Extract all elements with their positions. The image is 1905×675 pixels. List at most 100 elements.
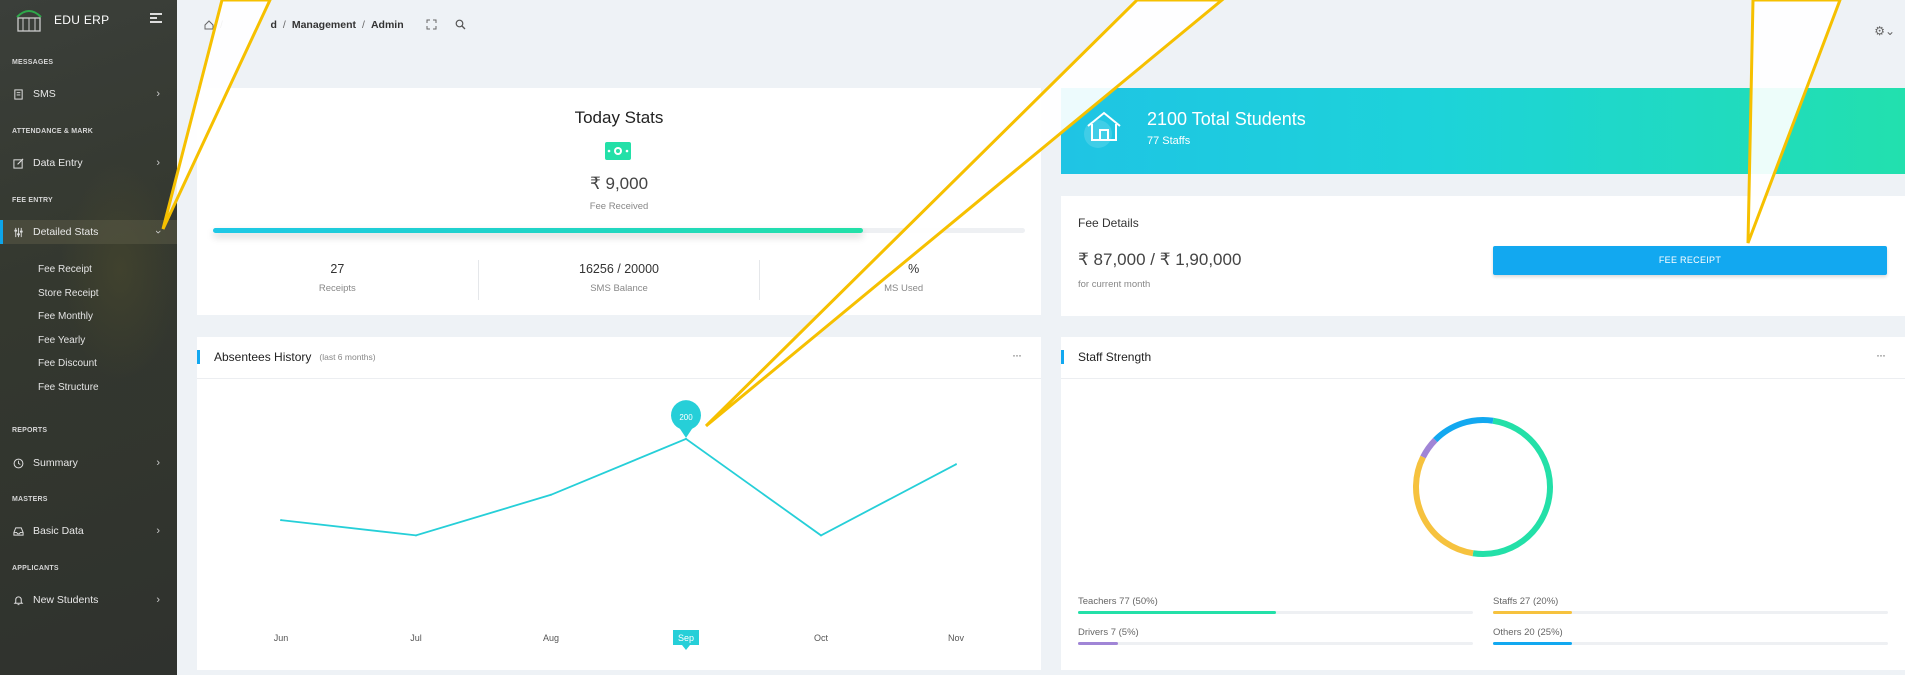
bell-icon <box>13 595 24 605</box>
sidebar: EDU ERP MESSAGES SMS › ATTENDANCE & MARK… <box>0 0 180 675</box>
stat-label: SMS Balance <box>590 283 648 294</box>
data-point[interactable] <box>685 437 687 440</box>
section-fee-entry: FEE ENTRY <box>12 197 53 204</box>
legend-track <box>1078 642 1473 645</box>
breadcrumb-admin[interactable]: Admin <box>371 19 404 31</box>
sidebar-item-label: Detailed Stats <box>33 226 99 238</box>
sub-item-store-receipt[interactable]: Store Receipt <box>38 288 99 299</box>
sub-item-fee-discount[interactable]: Fee Discount <box>38 358 97 369</box>
legend-fill <box>1493 642 1572 645</box>
sidebar-item-label: Data Entry <box>33 157 83 169</box>
legend-track <box>1078 611 1473 614</box>
stat-label: Receipts <box>318 283 356 294</box>
legend-staffs: Staffs 27 (20%) <box>1493 596 1888 614</box>
sidebar-item-sms[interactable]: SMS › <box>0 82 177 106</box>
fee-receipt-button[interactable]: FEE RECEIPT <box>1493 246 1887 275</box>
legend-fill <box>1493 611 1572 614</box>
absentees-line-chart: Jun Jul Aug Sep Oct Nov 200 <box>274 400 965 650</box>
stat-sms-used: % MS Used <box>759 260 1041 300</box>
legend-fill <box>1078 611 1276 614</box>
fee-details-title: Fee Details <box>1078 216 1139 230</box>
document-icon <box>14 88 23 100</box>
chevron-right-icon: › <box>156 88 160 100</box>
x-tick-label: Nov <box>948 633 965 643</box>
legend-label: Drivers 7 (5%) <box>1078 627 1139 638</box>
stat-sms-balance: 16256 / 20000 SMS Balance <box>477 260 760 300</box>
today-stats-row: 27 Receipts 16256 / 20000 SMS Balance % … <box>197 260 1041 300</box>
edit-icon <box>13 158 24 169</box>
sidebar-item-data-entry[interactable]: Data Entry › <box>0 151 177 175</box>
sidebar-item-label: New Students <box>33 594 99 606</box>
fee-details-period: for current month <box>1078 279 1151 290</box>
legend-track <box>1493 611 1888 614</box>
stat-receipts: 27 Receipts <box>197 260 478 300</box>
card-header: Staff Strength <box>1061 349 1151 365</box>
stat-label: MS Used <box>884 283 924 294</box>
fee-details-card: Fee Details ₹ 87,000 / ₹ 1,90,000 for cu… <box>1061 196 1905 316</box>
home-icon[interactable] <box>204 20 214 30</box>
sub-item-fee-monthly[interactable]: Fee Monthly <box>38 311 93 322</box>
sidebar-item-label: Basic Data <box>33 525 84 537</box>
chevron-down-icon: › <box>152 230 165 234</box>
settings-gear-icon[interactable]: ⚙⌄ <box>1874 24 1895 38</box>
fee-progress-fill <box>213 228 863 233</box>
section-reports: REPORTS <box>12 427 48 434</box>
search-icon[interactable] <box>455 19 466 30</box>
sidebar-item-label: SMS <box>33 88 56 100</box>
staff-donut-chart <box>1413 417 1553 557</box>
data-point[interactable] <box>550 493 552 496</box>
money-icon <box>605 142 631 160</box>
section-attendance: ATTENDANCE & MARK <box>12 128 94 135</box>
total-students-card: 2100 Total Students 77 Staffs <box>1061 88 1905 174</box>
clock-icon <box>13 458 24 468</box>
breadcrumb-separator: / <box>362 19 365 31</box>
donut-segment-drivers[interactable] <box>1420 437 1438 459</box>
sidebar-item-summary[interactable]: Summary › <box>0 451 177 475</box>
house-icon <box>1084 111 1121 148</box>
donut-segment-teachers[interactable] <box>1472 417 1553 557</box>
legend-others: Others 20 (25%) <box>1493 627 1888 645</box>
legend-fill <box>1078 642 1118 645</box>
brand: EDU ERP <box>0 0 177 40</box>
sidebar-item-new-students[interactable]: New Students › <box>0 588 177 612</box>
section-masters: MASTERS <box>12 496 48 503</box>
legend-label: Teachers 77 (50%) <box>1078 596 1158 607</box>
donut-segment-others[interactable] <box>1433 417 1494 443</box>
more-options-icon[interactable]: ··· <box>1876 348 1886 362</box>
brand-name: EDU ERP <box>54 13 110 27</box>
donut-segment-staffs[interactable] <box>1413 455 1474 557</box>
fee-details-amount: ₹ 87,000 / ₹ 1,90,000 <box>1078 250 1242 269</box>
breadcrumb-dashboard[interactable]: d <box>229 19 277 31</box>
stat-value: % <box>908 262 920 276</box>
breadcrumb-separator: / <box>220 19 223 31</box>
school-logo-icon <box>16 10 42 32</box>
legend-label: Others 20 (25%) <box>1493 627 1563 638</box>
sidebar-item-basic-data[interactable]: Basic Data › <box>0 519 177 543</box>
chevron-right-icon: › <box>156 457 160 469</box>
menu-toggle-icon[interactable] <box>150 13 162 25</box>
fullscreen-icon[interactable] <box>426 19 437 30</box>
absentees-series-line <box>280 437 957 537</box>
section-messages: MESSAGES <box>12 59 54 66</box>
inbox-icon <box>13 526 24 536</box>
x-tick-label: Aug <box>543 633 559 643</box>
stat-value: 27 <box>330 262 345 276</box>
sub-item-fee-receipt[interactable]: Fee Receipt <box>38 264 92 275</box>
sub-item-fee-yearly[interactable]: Fee Yearly <box>38 335 85 346</box>
breadcrumb-management[interactable]: Management <box>292 19 356 31</box>
staff-strength-card: Staff Strength ··· Teachers 77 (50%) Sta… <box>1061 337 1905 670</box>
data-point[interactable] <box>415 534 417 537</box>
data-point[interactable] <box>955 463 957 466</box>
legend-teachers: Teachers 77 (50%) <box>1078 596 1473 614</box>
fee-received-amount: ₹ 9,000 <box>589 174 649 193</box>
highlight-tick-pointer <box>682 645 690 650</box>
fee-received-label: Fee Received <box>589 201 649 212</box>
stat-value: 16256 / 20000 <box>579 262 659 276</box>
data-point[interactable] <box>820 534 822 537</box>
sidebar-item-detailed-stats[interactable]: Detailed Stats › <box>0 220 177 244</box>
sub-item-fee-structure[interactable]: Fee Structure <box>38 382 99 393</box>
fee-progress-bar <box>213 228 1025 233</box>
data-point[interactable] <box>280 519 282 522</box>
total-staffs-count: 77 Staffs <box>1147 135 1191 147</box>
x-tick-label: Jun <box>274 633 289 643</box>
